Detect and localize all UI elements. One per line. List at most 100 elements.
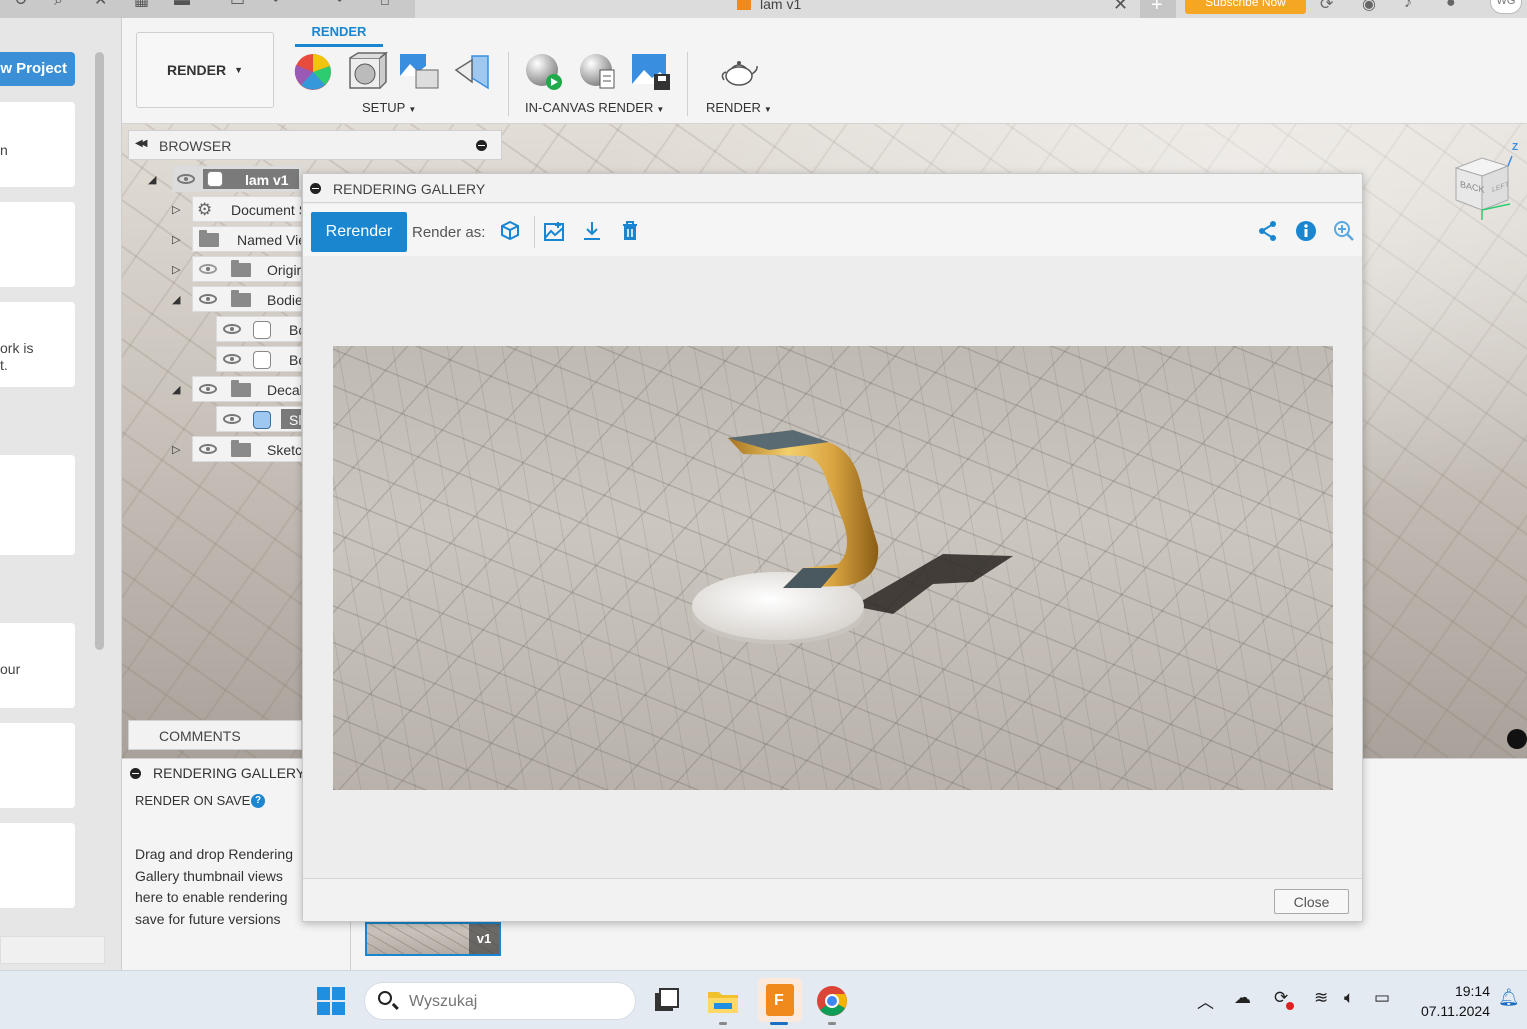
eye-icon[interactable] bbox=[199, 444, 217, 454]
texture-map-icon[interactable] bbox=[398, 52, 440, 92]
fusion-app-icon[interactable]: F bbox=[758, 978, 802, 1022]
tree-item-document-settings[interactable]: ⚙ Document S bbox=[192, 196, 302, 222]
expand-triangle-icon[interactable]: ◢ bbox=[172, 293, 180, 306]
task-view-icon[interactable] bbox=[650, 984, 684, 1018]
file-icon[interactable]: ▬ bbox=[174, 0, 192, 9]
new-project-button[interactable]: w Project bbox=[0, 52, 75, 86]
minimize-icon[interactable] bbox=[476, 140, 487, 151]
render-as-3d-icon[interactable] bbox=[499, 220, 521, 242]
eye-icon[interactable] bbox=[177, 174, 195, 184]
expand-triangle-icon[interactable]: ▷ bbox=[172, 203, 180, 216]
project-card[interactable]: our bbox=[0, 623, 75, 708]
capture-image-icon[interactable] bbox=[630, 52, 672, 92]
notifications-icon[interactable]: ♪ bbox=[1404, 0, 1412, 12]
onedrive-icon[interactable]: ☁ bbox=[1234, 988, 1251, 1008]
browser-header[interactable]: ◀◀ BROWSER bbox=[128, 130, 502, 160]
windows-start-icon[interactable] bbox=[314, 984, 348, 1018]
scene-settings-icon[interactable] bbox=[346, 51, 389, 92]
project-card[interactable] bbox=[0, 723, 75, 808]
close-icon[interactable]: ✕ bbox=[94, 0, 112, 9]
user-avatar[interactable]: WG bbox=[1490, 0, 1522, 14]
system-clock[interactable]: 19:14 07.11.2024 bbox=[1410, 981, 1490, 1021]
undo-icon[interactable]: ↶ bbox=[272, 0, 290, 9]
taskbar-search[interactable] bbox=[364, 982, 636, 1020]
gallery-thumbnail[interactable]: v1 bbox=[365, 922, 501, 956]
new-tab-button[interactable]: + bbox=[1140, 0, 1176, 18]
viewcube[interactable]: BACK LEFT Z bbox=[1452, 142, 1518, 220]
home-icon[interactable]: ⌂ bbox=[380, 0, 398, 9]
file-explorer-icon[interactable] bbox=[706, 984, 740, 1018]
minimize-icon[interactable] bbox=[130, 768, 141, 779]
dialog-header[interactable]: RENDERING GALLERY bbox=[303, 174, 1362, 203]
chevron-up-icon[interactable]: ︿ bbox=[1197, 988, 1214, 1013]
save-icon[interactable]: ▭ bbox=[230, 0, 248, 9]
render-group[interactable]: RENDER ▼ bbox=[706, 100, 772, 115]
navigation-icon[interactable] bbox=[1507, 729, 1527, 749]
tree-item-body-2[interactable]: Bc bbox=[216, 346, 302, 372]
eye-icon[interactable] bbox=[223, 414, 241, 424]
tab-render[interactable]: RENDER bbox=[295, 24, 383, 39]
project-card[interactable] bbox=[0, 202, 75, 287]
eye-icon[interactable] bbox=[199, 294, 217, 304]
project-card[interactable]: n bbox=[0, 102, 75, 187]
project-card[interactable]: ork is t. bbox=[0, 302, 75, 387]
teapot-render-icon[interactable] bbox=[718, 52, 760, 92]
close-tab-icon[interactable]: ✕ bbox=[1113, 0, 1128, 15]
share-icon[interactable] bbox=[1257, 220, 1279, 242]
expand-triangle-icon[interactable]: ◢ bbox=[172, 383, 180, 396]
collapse-icon[interactable]: ◀◀ bbox=[135, 138, 148, 149]
project-card[interactable] bbox=[0, 823, 75, 908]
eye-icon[interactable] bbox=[223, 354, 241, 364]
chrome-icon[interactable] bbox=[815, 984, 849, 1018]
expand-triangle-icon[interactable]: ▷ bbox=[172, 443, 180, 456]
tree-root[interactable]: lam v1 bbox=[172, 166, 302, 192]
sync-icon[interactable]: ⟳ bbox=[1320, 0, 1333, 14]
minimize-icon[interactable] bbox=[310, 183, 321, 194]
comments-header[interactable]: COMMENTS bbox=[128, 720, 302, 750]
eye-icon[interactable] bbox=[199, 384, 217, 394]
appearance-icon[interactable] bbox=[292, 52, 334, 92]
wifi-icon[interactable]: ≋ bbox=[1314, 988, 1328, 1008]
rerender-button[interactable]: Rerender bbox=[311, 212, 407, 252]
image-edit-icon[interactable] bbox=[543, 220, 565, 242]
tree-item-origin[interactable]: Origir bbox=[192, 256, 302, 282]
workspace-switcher[interactable]: RENDER ▼ bbox=[136, 32, 274, 108]
download-icon[interactable] bbox=[581, 220, 603, 242]
subscribe-button[interactable]: Subscribe Now bbox=[1185, 0, 1306, 14]
expand-triangle-icon[interactable]: ◢ bbox=[148, 173, 156, 186]
info-icon[interactable] bbox=[1295, 220, 1317, 242]
job-status-icon[interactable]: ◉ bbox=[1362, 0, 1376, 14]
setup-group[interactable]: SETUP ▼ bbox=[362, 100, 416, 115]
help-icon[interactable]: ● bbox=[1446, 0, 1456, 12]
eye-icon[interactable] bbox=[223, 324, 241, 334]
refresh-icon[interactable]: ↻ bbox=[14, 0, 32, 9]
tree-item-decals[interactable]: Decal bbox=[192, 376, 302, 402]
in-canvas-render-icon[interactable] bbox=[522, 52, 564, 92]
help-icon[interactable]: ? bbox=[251, 794, 265, 808]
notification-bell-icon[interactable]: 🔔︎ bbox=[1498, 988, 1520, 1008]
taskbar-search-input[interactable] bbox=[409, 991, 609, 1013]
render-preview-image[interactable] bbox=[333, 346, 1333, 790]
eye-hidden-icon[interactable] bbox=[199, 264, 217, 274]
zoom-in-icon[interactable] bbox=[1333, 220, 1355, 242]
panel-scrollbar[interactable] bbox=[95, 52, 104, 650]
in-canvas-render-group[interactable]: IN-CANVAS RENDER ▼ bbox=[525, 100, 664, 115]
decal-icon[interactable] bbox=[452, 52, 494, 92]
tree-item-bodies[interactable]: Bodie bbox=[192, 286, 302, 312]
expand-triangle-icon[interactable]: ▷ bbox=[172, 233, 180, 246]
battery-icon[interactable]: ▭ bbox=[1374, 988, 1390, 1008]
tree-item-decal[interactable]: Sl bbox=[216, 406, 302, 432]
tree-item-sketches[interactable]: Sketc bbox=[192, 436, 302, 462]
tree-item-body-1[interactable]: Bc bbox=[216, 316, 302, 342]
in-canvas-settings-icon[interactable] bbox=[576, 52, 618, 92]
grid-icon[interactable]: ▦ bbox=[134, 0, 152, 9]
speaker-icon[interactable]: 🔈︎ bbox=[1344, 988, 1354, 1008]
tree-item-named-views[interactable]: Named Vie bbox=[192, 226, 302, 252]
delete-icon[interactable] bbox=[619, 220, 641, 242]
close-button[interactable]: Close bbox=[1274, 889, 1349, 914]
expand-triangle-icon[interactable]: ▷ bbox=[172, 263, 180, 276]
search-icon[interactable]: ⌕ bbox=[54, 0, 72, 9]
project-card[interactable] bbox=[0, 455, 75, 555]
version-badge: v1 bbox=[469, 924, 499, 954]
redo-icon[interactable]: ↷ bbox=[330, 0, 348, 9]
